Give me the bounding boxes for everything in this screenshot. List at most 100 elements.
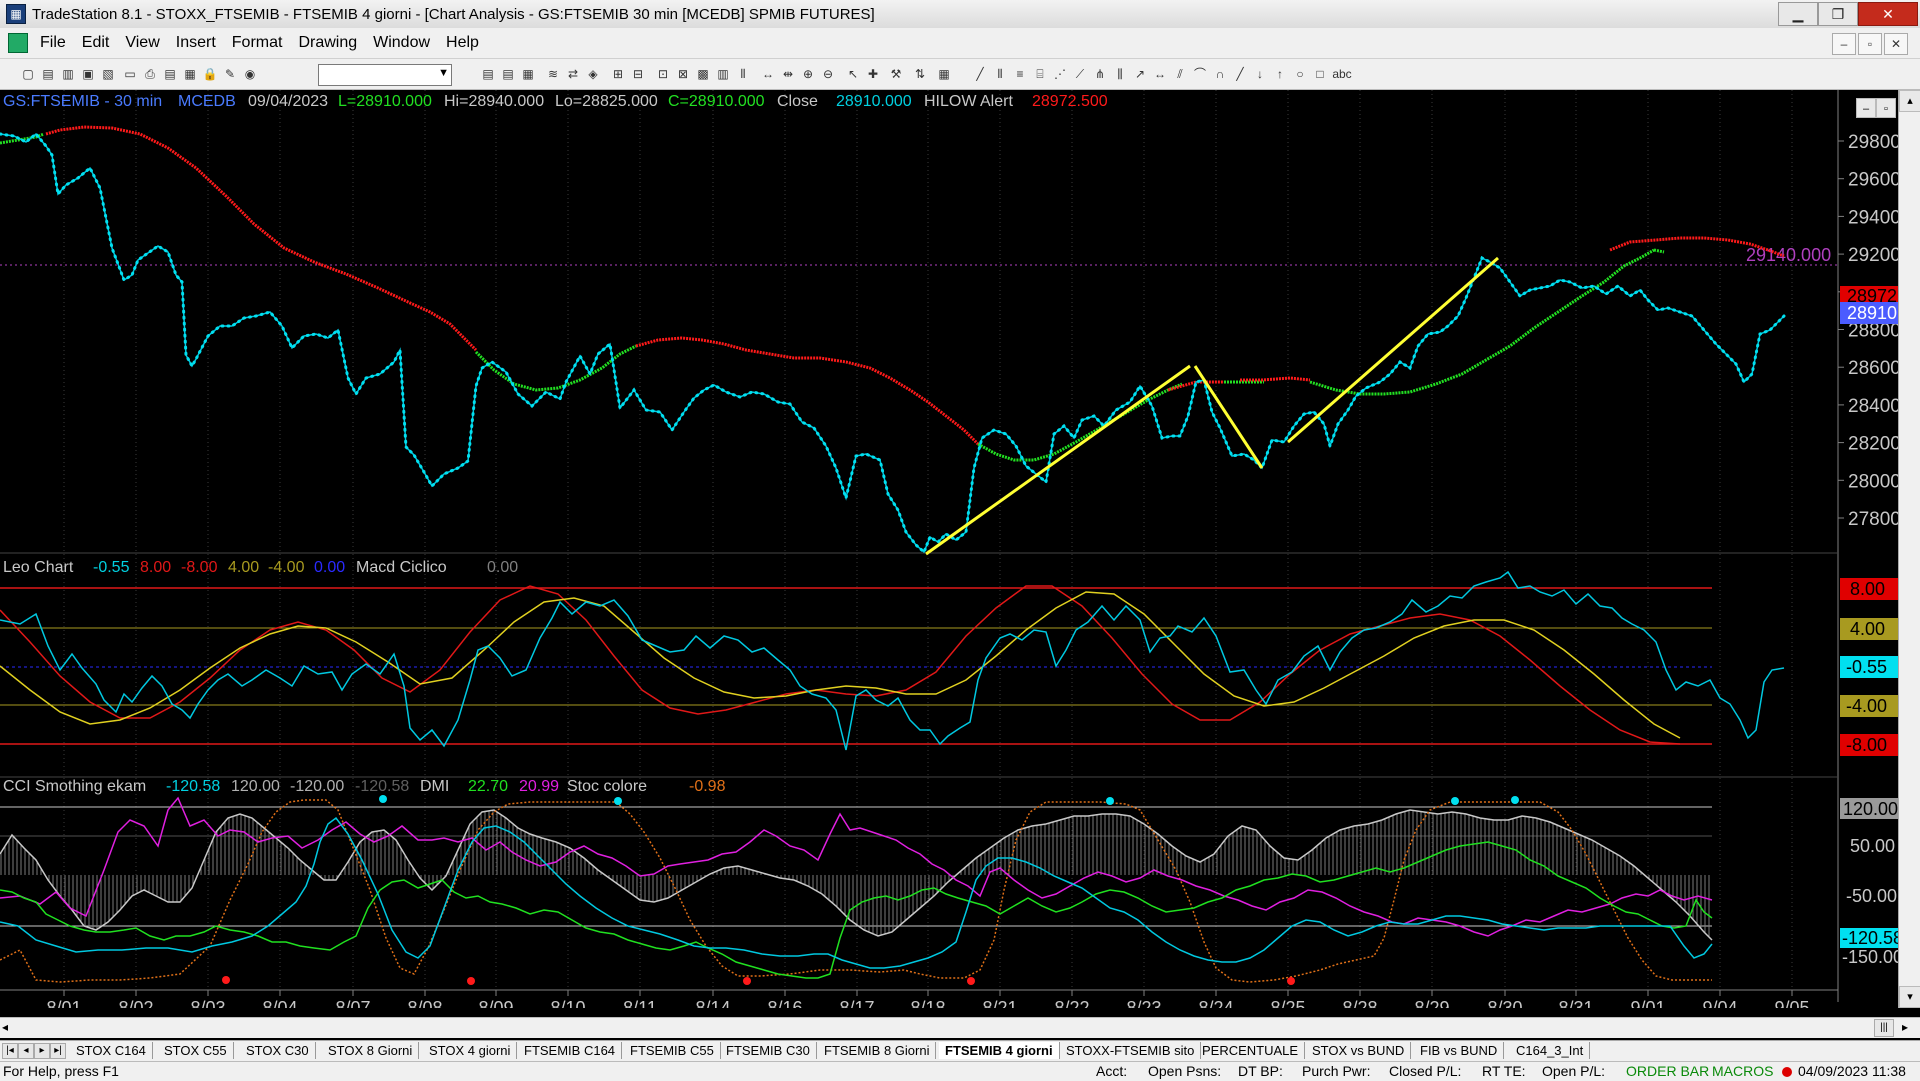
panel-minimize-button[interactable]: – (1856, 98, 1876, 118)
chart-tool-4-icon[interactable]: ≋ (545, 66, 561, 82)
print-preview-icon[interactable]: ▭ (122, 66, 138, 82)
save-all-icon[interactable]: ▧ (100, 66, 116, 82)
chart-tool-6-icon[interactable]: ◈ (585, 66, 601, 82)
chart-tool-9-icon[interactable]: ⊡ (655, 66, 671, 82)
mdi-restore-button[interactable]: ▫ (1858, 33, 1882, 55)
speed-lines-icon[interactable]: ⋰ (1052, 66, 1068, 82)
tab-last-icon[interactable]: ▸| (50, 1043, 66, 1059)
tab-stox-8-giorni[interactable]: STOX 8 Giorni (322, 1042, 420, 1059)
tab-fib-vs-bund[interactable]: FIB vs BUND (1414, 1042, 1505, 1059)
ellipse-icon[interactable]: ○ (1292, 66, 1308, 82)
chart-tool-2-icon[interactable]: ▤ (500, 66, 516, 82)
menu-format[interactable]: Format (224, 34, 291, 52)
tab-ftsemib-4-giorni[interactable]: FTSEMIB 4 giorni (939, 1042, 1060, 1059)
tab-stox-4-giorni[interactable]: STOX 4 giorni (423, 1042, 518, 1059)
chart-tool-3-icon[interactable]: ▦ (520, 66, 536, 82)
print-icon[interactable]: ⎙ (142, 66, 158, 82)
tab-first-icon[interactable]: |◂ (2, 1043, 18, 1059)
trendline[interactable] (1287, 256, 1499, 444)
scroll-thumb[interactable]: ||| (1874, 1019, 1894, 1037)
lock-icon[interactable]: 🔒 (202, 66, 218, 82)
menu-help[interactable]: Help (438, 34, 487, 52)
tab-percentuale[interactable]: PERCENTUALE (1196, 1042, 1306, 1059)
text-icon[interactable]: abc (1332, 66, 1352, 82)
vertical-lines-icon[interactable]: ⦀ (992, 66, 1008, 82)
menu-drawing[interactable]: Drawing (290, 34, 365, 52)
new-file-icon[interactable]: ▢ (20, 66, 36, 82)
tab-ftsemib-c164[interactable]: FTSEMIB C164 (518, 1042, 623, 1059)
menu-file[interactable]: File (32, 34, 74, 52)
chart-tool-12-icon[interactable]: ▥ (715, 66, 731, 82)
chart-analysis-window[interactable]: GS:FTSEMIB - 30 min MCEDB 09/04/2023 L=2… (0, 90, 1920, 1008)
open-file-icon[interactable]: ▤ (40, 66, 56, 82)
strategy-icon[interactable]: ▦ (936, 66, 952, 82)
ray-icon[interactable]: ↗ (1132, 66, 1148, 82)
tab-prev-icon[interactable]: ◂ (18, 1043, 34, 1059)
pointer-icon[interactable]: ↖ (845, 66, 861, 82)
chart-svg[interactable]: GS:FTSEMIB - 30 min MCEDB 09/04/2023 L=2… (0, 90, 1898, 1008)
tab-ftsemib-c30[interactable]: FTSEMIB C30 (720, 1042, 817, 1059)
menu-edit[interactable]: Edit (74, 34, 118, 52)
gann-fan-icon[interactable]: ⟋ (1072, 66, 1088, 82)
vertical-scrollbar[interactable]: ▴ ▾ (1898, 90, 1920, 1008)
parallel-lines-icon[interactable]: ⫽ (1172, 66, 1188, 82)
zoom-out-icon[interactable]: ⊖ (820, 66, 836, 82)
scroll-left-icon[interactable]: ◂ (2, 1020, 8, 1034)
tab-ftsemib-8-giorni[interactable]: FTSEMIB 8 Giorni (818, 1042, 937, 1059)
order-icon[interactable]: ⇅ (912, 66, 928, 82)
tab-stox-c164[interactable]: STOX C164 (70, 1042, 153, 1059)
cycle-icon[interactable]: ∩ (1212, 66, 1228, 82)
bar-compress-icon[interactable]: ⇹ (780, 66, 796, 82)
tab-stox-vs-bund[interactable]: STOX vs BUND (1306, 1042, 1412, 1059)
tab-stoxx-ftsemib-sito[interactable]: STOXX-FTSEMIB sito (1060, 1042, 1202, 1059)
draw-icon[interactable]: ✎ (222, 66, 238, 82)
trendline-icon[interactable]: ╱ (972, 66, 988, 82)
panel-restore-button[interactable]: ▫ (1876, 98, 1896, 118)
chart-tool-1-icon[interactable]: ▤ (480, 66, 496, 82)
arrow-up-icon[interactable]: ↑ (1272, 66, 1288, 82)
color-icon[interactable]: ◉ (242, 66, 258, 82)
trendline[interactable] (925, 364, 1191, 556)
window-minimize-button[interactable]: ▁ (1778, 2, 1818, 26)
mdi-minimize-button[interactable]: – (1832, 33, 1856, 55)
chart-tool-7-icon[interactable]: ⊞ (610, 66, 626, 82)
horizontal-scrollbar[interactable]: ◂ ||| ▸ (0, 1017, 1920, 1038)
chevron-down-icon[interactable]: ▼ (438, 67, 449, 79)
zoom-in-icon[interactable]: ⊕ (800, 66, 816, 82)
chart-tool-13-icon[interactable]: ⦀ (735, 66, 751, 82)
fibonacci-icon[interactable]: ⫼ (1112, 66, 1128, 82)
horizontal-lines-icon[interactable]: ≡ (1012, 66, 1028, 82)
tab-stox-c30[interactable]: STOX C30 (240, 1042, 316, 1059)
chart-window-icon[interactable] (8, 33, 28, 53)
tools-icon[interactable]: ⚒ (888, 66, 904, 82)
menu-insert[interactable]: Insert (168, 34, 224, 52)
chart-tool-10-icon[interactable]: ⊠ (675, 66, 691, 82)
regression-icon[interactable]: ╱ (1232, 66, 1248, 82)
tab-stox-c55[interactable]: STOX C55 (158, 1042, 234, 1059)
chart-tool-11-icon[interactable]: ▩ (695, 66, 711, 82)
window-icon[interactable]: ▤ (162, 66, 178, 82)
mdi-close-button[interactable]: ✕ (1884, 33, 1908, 55)
andrews-pitchfork-icon[interactable]: ⋔ (1092, 66, 1108, 82)
save-icon[interactable]: ▣ (80, 66, 96, 82)
tab-next-icon[interactable]: ▸ (34, 1043, 50, 1059)
status-macros[interactable]: MACROS (1712, 1063, 1773, 1079)
horizontal-ray-icon[interactable]: ↔ (1152, 66, 1168, 82)
open-workspace-icon[interactable]: ▥ (60, 66, 76, 82)
arrow-down-icon[interactable]: ↓ (1252, 66, 1268, 82)
menu-view[interactable]: View (117, 34, 167, 52)
arc-icon[interactable]: ⌒ (1192, 66, 1208, 82)
symbol-combo[interactable]: ▼ (318, 64, 452, 86)
status-order-bar[interactable]: ORDER BAR (1626, 1063, 1709, 1079)
crosshair-icon[interactable]: ✚ (865, 66, 881, 82)
scroll-right-icon[interactable]: ▸ (1902, 1020, 1908, 1034)
menu-window[interactable]: Window (365, 34, 438, 52)
chart-tool-5-icon[interactable]: ⇄ (565, 66, 581, 82)
channel-icon[interactable]: ⌸ (1032, 66, 1048, 82)
rectangle-icon[interactable]: □ (1312, 66, 1328, 82)
tab-ftsemib-c55[interactable]: FTSEMIB C55 (624, 1042, 721, 1059)
window-close-button[interactable]: ✕ (1858, 2, 1918, 26)
scroll-down-button[interactable]: ▾ (1899, 986, 1920, 1008)
scroll-up-button[interactable]: ▴ (1899, 90, 1920, 112)
tab-c164-3-int[interactable]: C164_3_Int (1510, 1042, 1591, 1059)
